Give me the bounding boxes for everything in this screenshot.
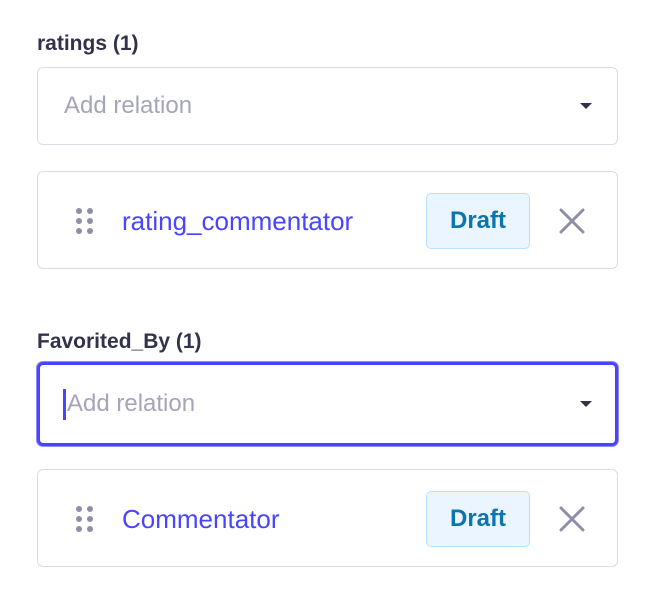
close-icon[interactable]	[556, 205, 588, 237]
favorited-by-remove-relation-button[interactable]	[556, 503, 588, 535]
favorited-by-field-label: Favorited_By (1)	[37, 330, 202, 353]
favorited-by-add-relation-placeholder: Add relation	[67, 390, 196, 417]
close-icon[interactable]	[556, 503, 588, 535]
favorited-by-add-relation-combobox[interactable]: Add relation	[37, 362, 618, 446]
ratings-relation-link[interactable]: rating_commentator	[122, 204, 353, 238]
favorited-by-relation-item: Commentator Draft	[37, 469, 618, 567]
drag-handle-icon[interactable]	[76, 506, 93, 532]
relations-panel: ratings (1) Add relation rating_commenta…	[0, 0, 648, 610]
ratings-add-relation-placeholder[interactable]: Add relation	[64, 92, 580, 120]
ratings-status-badge: Draft	[426, 193, 530, 249]
drag-handle-icon[interactable]	[76, 208, 93, 234]
ratings-remove-relation-button[interactable]	[556, 205, 588, 237]
text-cursor	[63, 388, 66, 420]
favorited-by-add-relation-input[interactable]: Add relation	[63, 388, 580, 420]
ratings-relation-item: rating_commentator Draft	[37, 171, 618, 269]
ratings-field-label: ratings (1)	[37, 32, 139, 55]
chevron-down-icon[interactable]	[580, 401, 592, 407]
ratings-add-relation-combobox[interactable]: Add relation	[37, 67, 618, 145]
favorited-by-status-badge: Draft	[426, 491, 530, 547]
favorited-by-relation-link[interactable]: Commentator	[122, 502, 280, 536]
chevron-down-icon[interactable]	[580, 103, 592, 109]
